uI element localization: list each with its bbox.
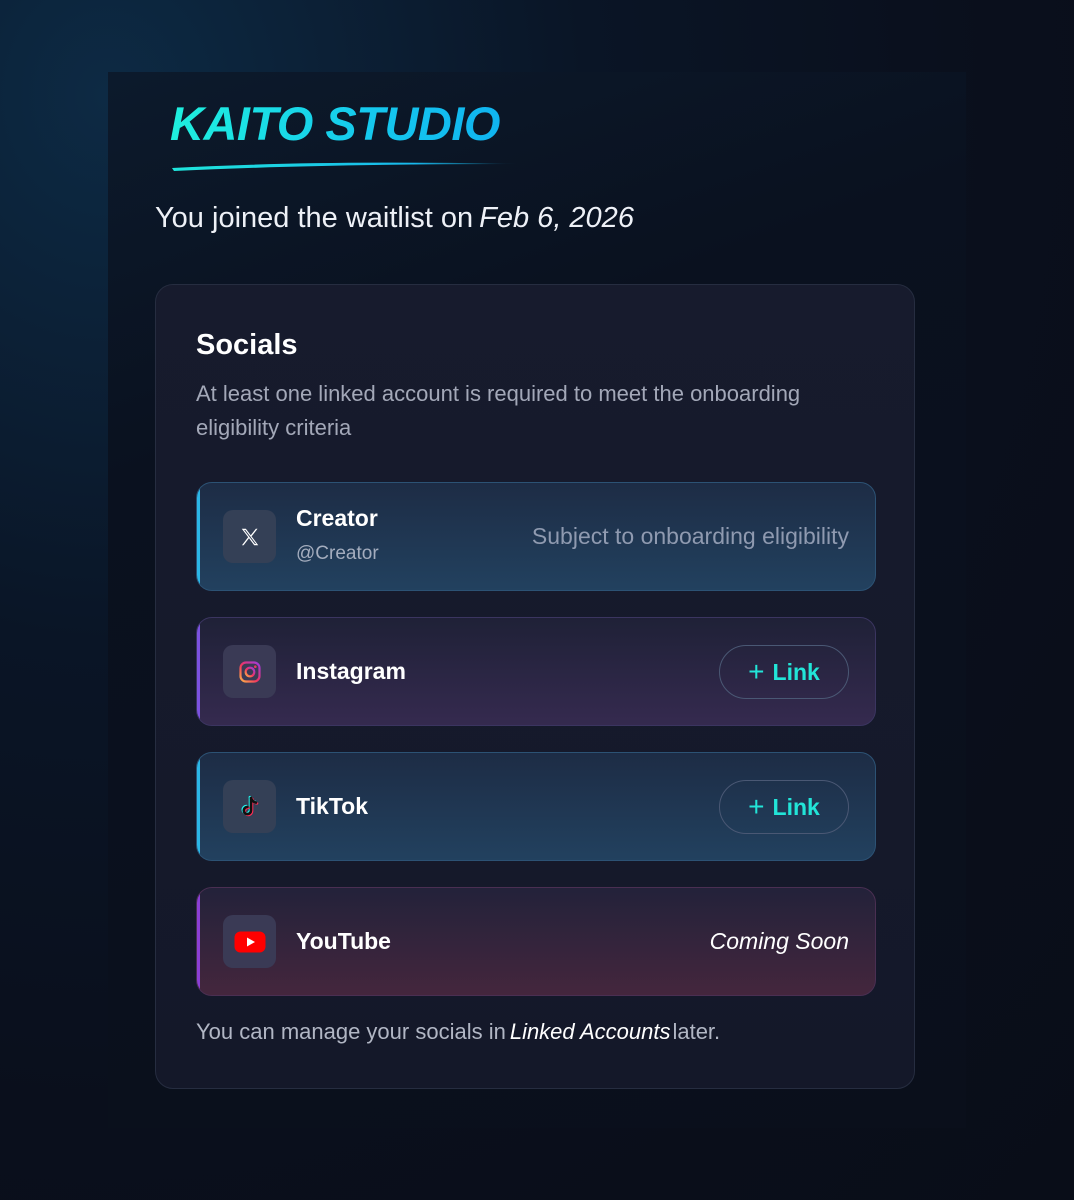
tiktok-icon bbox=[223, 780, 276, 833]
social-status-coming-soon: Coming Soon bbox=[709, 928, 849, 954]
footer-note-prefix: You can manage your socials in bbox=[196, 1019, 506, 1044]
social-row-youtube: YouTube Coming Soon bbox=[196, 887, 876, 996]
x-logo-icon bbox=[223, 510, 276, 563]
social-account-name: Creator bbox=[296, 505, 378, 531]
link-button-label: Link bbox=[772, 658, 820, 685]
social-account-handle: @Creator bbox=[296, 543, 379, 564]
link-button-label: Link bbox=[772, 793, 820, 820]
socials-card: Socials At least one linked account is r… bbox=[155, 284, 915, 1089]
instagram-icon bbox=[223, 645, 276, 698]
footer-note-suffix: later. bbox=[672, 1019, 721, 1044]
social-row-tiktok: TikTok + Link bbox=[196, 752, 876, 861]
social-row-x: Creator @Creator Subject to onboarding e… bbox=[196, 482, 876, 591]
socials-description: At least one linked account is required … bbox=[196, 381, 801, 440]
link-tiktok-button[interactable]: + Link bbox=[719, 780, 849, 834]
waitlist-joined-prefix: You joined the waitlist on bbox=[155, 202, 474, 234]
plus-icon: + bbox=[748, 791, 765, 822]
linked-accounts-text: Linked Accounts bbox=[509, 1019, 671, 1044]
socials-footer-note: You can manage your socials in Linked Acc… bbox=[196, 1019, 720, 1045]
social-status-eligibility: Subject to onboarding eligibility bbox=[531, 523, 849, 549]
socials-title: Socials bbox=[196, 329, 298, 361]
link-instagram-button[interactable]: + Link bbox=[719, 645, 849, 699]
social-row-instagram: Instagram + Link bbox=[196, 617, 876, 726]
waitlist-joined-text: You joined the waitlist on Feb 6, 2026 bbox=[155, 202, 634, 235]
logo-underline-swoosh bbox=[172, 162, 518, 171]
social-account-name: Instagram bbox=[296, 658, 406, 684]
plus-icon: + bbox=[748, 656, 765, 687]
social-account-name: TikTok bbox=[296, 793, 368, 819]
brand-logo: KAITO STUDIO bbox=[170, 97, 500, 150]
waitlist-joined-date: Feb 6, 2026 bbox=[479, 202, 634, 234]
waitlist-panel: KAITO STUDIO You joined the waitlist on F… bbox=[108, 72, 966, 1128]
youtube-icon bbox=[223, 915, 276, 968]
social-account-name: YouTube bbox=[296, 928, 391, 954]
